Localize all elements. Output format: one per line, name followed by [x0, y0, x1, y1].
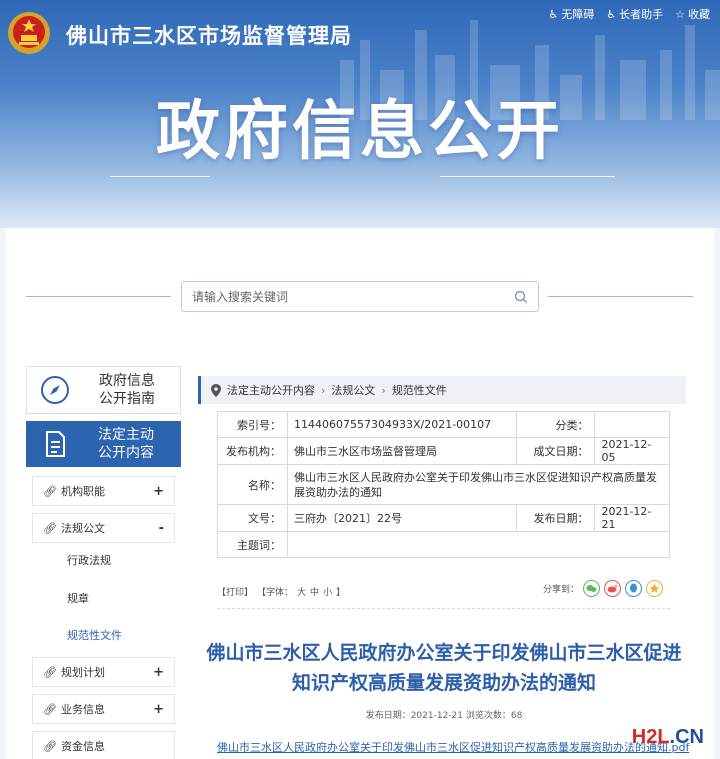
search-box — [181, 281, 539, 312]
qq-icon[interactable] — [625, 580, 643, 597]
index-label: 索引号： — [217, 411, 288, 438]
statutory-content-label: 法定主动 公开内容 — [98, 427, 154, 461]
publisher-label: 发布机构： — [217, 437, 288, 465]
sidebar-item-regulations[interactable]: 🔗︎ 法规公文 - — [32, 513, 175, 543]
doc-number-label: 文号： — [217, 504, 288, 532]
statutory-content-button[interactable]: 法定主动 公开内容 — [26, 421, 181, 467]
search-input[interactable] — [192, 289, 514, 304]
sidebar-subitem-normative-documents[interactable]: 规范性文件 — [67, 627, 122, 643]
accessibility-icon: ♿ — [548, 7, 559, 21]
share-bar: 分享到： — [543, 580, 664, 597]
breadcrumb-item[interactable]: 法定主动公开内容 — [227, 382, 315, 398]
collapse-icon[interactable]: - — [159, 521, 164, 536]
search-decor-line-right — [548, 296, 693, 297]
walking-cane-icon: ♿ — [606, 7, 617, 21]
breadcrumb-item[interactable]: 法规公文 — [331, 382, 375, 398]
sidebar-item-business-info[interactable]: 🔗︎ 业务信息 + — [32, 694, 175, 724]
national-emblem-icon — [8, 12, 50, 54]
top-links: ♿ 无障碍 ♿ 长者助手 ☆ 收藏 — [548, 6, 710, 22]
location-pin-icon — [211, 383, 221, 397]
article-info: 发布日期：2021-12-21 浏览次数：68 — [365, 711, 523, 721]
font-small-button[interactable]: 小 — [323, 585, 332, 598]
link-icon: 🔗︎ — [43, 702, 57, 716]
weibo-icon[interactable] — [604, 580, 622, 597]
sidebar-item-planning[interactable]: 🔗︎ 规划计划 + — [32, 657, 175, 687]
sidebar-subitem-rules[interactable]: 规章 — [67, 590, 89, 606]
subject-value — [287, 531, 670, 558]
font-size-label: 【字体： — [257, 588, 294, 598]
breadcrumb-item[interactable]: 规范性文件 — [392, 382, 447, 398]
breadcrumb-separator-icon: › — [321, 383, 326, 397]
category-label: 分类： — [516, 411, 596, 438]
publish-date-label: 发布日期： — [516, 504, 596, 532]
expand-icon[interactable]: + — [153, 665, 164, 680]
document-metadata-table: 索引号： 11440607557304933X/2021-00107 分类： 发… — [217, 411, 670, 558]
link-icon: 🔗︎ — [43, 739, 57, 753]
search-decor-line-left — [26, 296, 171, 297]
article-title: 佛山市三水区人民政府办公室关于印发佛山市三水区促进知识产权高质量发展资助办法的通… — [206, 642, 682, 694]
wechat-icon[interactable] — [583, 580, 601, 597]
bookmark-link[interactable]: ☆ 收藏 — [675, 6, 710, 22]
sidebar-subitem-administrative-regulations[interactable]: 行政法规 — [67, 552, 111, 568]
elder-assistant-link[interactable]: ♿ 长者助手 — [606, 6, 663, 22]
created-date-label: 成文日期： — [516, 437, 596, 465]
attachment-link[interactable]: 佛山市三水区人民政府办公室关于印发佛山市三水区促进知识产权高质量发展资助办法的通… — [217, 739, 689, 755]
disclosure-guide-button[interactable]: 政府信息 公开指南 — [26, 366, 181, 414]
header-banner: 佛山市三水区市场监督管理局 ♿ 无障碍 ♿ 长者助手 ☆ 收藏 政府信息公开 — [0, 0, 720, 228]
favorite-icon[interactable] — [646, 580, 664, 597]
sidebar-item-funding-info[interactable]: 🔗︎ 资金信息 — [32, 731, 175, 759]
doc-number-value: 三府办〔2021〕22号 — [286, 504, 518, 532]
subject-label: 主题词： — [217, 531, 288, 558]
section-title: 政府信息公开 — [156, 95, 564, 169]
created-date-value: 2021-12-05 — [594, 437, 670, 465]
site-title: 佛山市三水区市场监督管理局 — [66, 24, 352, 48]
title-divider-left — [110, 176, 210, 177]
name-label: 名称： — [217, 464, 288, 505]
publisher-value: 佛山市三水区市场监督管理局 — [286, 437, 518, 465]
name-value: 佛山市三水区人民政府办公室关于印发佛山市三水区促进知识产权高质量发展资助办法的通… — [287, 464, 670, 505]
article-toolbar: 【打印】 【字体： 大 中 小 】 — [217, 585, 345, 598]
expand-icon[interactable]: + — [153, 484, 164, 499]
guide-label: 政府信息 公开指南 — [99, 373, 155, 407]
content-divider — [217, 608, 670, 609]
font-size-bracket: 】 — [336, 588, 346, 598]
expand-icon[interactable]: + — [153, 702, 164, 717]
document-icon — [46, 431, 65, 457]
font-large-button[interactable]: 大 — [297, 585, 306, 598]
publish-date-value: 2021-12-21 — [594, 504, 670, 532]
category-value — [594, 411, 670, 438]
font-medium-button[interactable]: 中 — [310, 585, 319, 598]
compass-icon — [41, 376, 69, 404]
watermark: H2L.CN — [631, 726, 704, 748]
link-icon: 🔗︎ — [43, 521, 57, 535]
sidebar-item-organization[interactable]: 🔗︎ 机构职能 + — [32, 476, 175, 506]
breadcrumb-separator-icon: › — [381, 383, 386, 397]
breadcrumb: 法定主动公开内容 › 法规公文 › 规范性文件 — [198, 376, 686, 404]
accessibility-link[interactable]: ♿ 无障碍 — [548, 6, 594, 22]
share-label: 分享到： — [543, 585, 580, 595]
star-icon: ☆ — [675, 7, 685, 21]
index-value: 11440607557304933X/2021-00107 — [286, 411, 518, 438]
search-icon[interactable] — [514, 290, 528, 304]
link-icon: 🔗︎ — [43, 665, 57, 679]
title-divider-right — [440, 176, 615, 177]
print-button[interactable]: 【打印】 — [217, 585, 253, 598]
link-icon: 🔗︎ — [43, 484, 57, 498]
